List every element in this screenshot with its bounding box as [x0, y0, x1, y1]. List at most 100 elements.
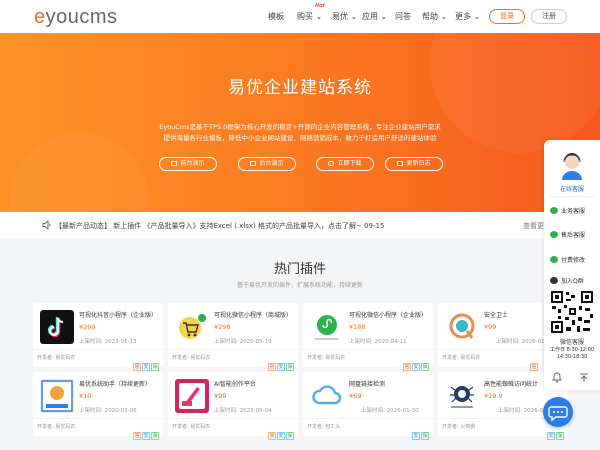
guarantee-tag: 保	[151, 432, 159, 440]
plugin-tags: 安保	[411, 422, 429, 441]
developer-name: 易优码农	[460, 355, 481, 361]
qq-icon	[550, 277, 558, 284]
developer-label: 开发者:	[442, 424, 459, 430]
card-divider	[168, 349, 298, 350]
plugin-developer: 开发者: 易优码农	[172, 423, 210, 430]
developer-label: 开发者:	[37, 355, 54, 361]
paid-modify-item[interactable]: 付费修改	[550, 255, 585, 264]
hot-badge: Hot	[315, 3, 326, 9]
logo-e: e	[34, 6, 46, 28]
join-qq-group-item[interactable]: 加入Q群	[550, 276, 584, 285]
top-header: eyoucms 模板 购买 ⌄ 易优 ⌄ 应用 ⌄ 问答 帮助 ⌄ 更多 ⌄ H…	[0, 0, 600, 33]
nav-buy[interactable]: 购买 ⌄	[297, 11, 322, 22]
chevron-down-icon: ⌄	[473, 12, 481, 21]
backend-demo-button[interactable]: 后台演示	[238, 157, 296, 171]
guarantee-tag: 保	[286, 432, 294, 440]
plugin-card[interactable]: 可视化抖音小程序（企业版） ¥200 上架时间: 2023-06-13 开发者:…	[33, 303, 163, 371]
plugin-card[interactable]: 安全卫士 ¥99 上架时间: 2026-01-16 开发者: 易优码农 官	[438, 303, 554, 371]
wechat-icon	[550, 256, 558, 263]
card-divider	[303, 349, 433, 350]
hero-desc-line2: 提供海量各行业模板，降低中小企业网站建设、网络营销成本，致力于打造用户舒适的建站…	[163, 134, 437, 142]
nav-apps-label: 应用	[362, 12, 378, 21]
plugin-price: ¥188	[349, 323, 366, 331]
developer-name: 易优码农	[55, 424, 76, 430]
download-button[interactable]: 立即下载	[316, 157, 374, 171]
hero-banner: 易优企业建站系统 EyouCms是基于TP5.0框架为核心开发的稳定+开源的企业…	[0, 33, 600, 212]
register-button[interactable]: 注册	[531, 9, 567, 24]
nav-apps[interactable]: 应用 ⌄	[362, 11, 387, 22]
changelog-button[interactable]: 更新日志	[385, 157, 443, 171]
speaker-icon	[42, 220, 51, 230]
bell-icon[interactable]	[551, 371, 563, 383]
nav-buy-label: 购买	[297, 12, 313, 21]
plugin-card[interactable]: 可视化微信小程序（商城版） ¥298 上架时间: 2020-05-19 开发者:…	[168, 303, 298, 371]
hero-title: 易优企业建站系统	[228, 78, 372, 98]
plugin-developer: 开发者: 易优码农	[307, 354, 345, 361]
aftersale-service-item[interactable]: 售后客服	[550, 230, 585, 239]
working-hours-2: 14:30-18:30	[556, 354, 588, 360]
plugin-price: ¥19.9	[484, 392, 503, 400]
login-button[interactable]: 登录	[489, 9, 525, 24]
card-divider	[168, 418, 298, 419]
card-divider	[438, 349, 542, 350]
assistant-icon	[40, 379, 74, 413]
developer-name: 易优码农	[55, 355, 76, 361]
announcement-more-link[interactable]: 查看更	[523, 221, 544, 231]
plugin-name: 安全卫士	[484, 312, 509, 319]
plugin-card[interactable]: 网盘链接检测 ¥69 上架时间: 2026-01-30 开发者: 包工头 安保	[303, 372, 433, 440]
plugin-price: ¥200	[79, 323, 96, 331]
developer-name: 易优码农	[190, 355, 211, 361]
developer-name: 火箭鹏	[460, 424, 476, 430]
plugin-date: 上架时间: 2023-05-04	[214, 408, 272, 414]
plugin-developer: 开发者: 包工头	[307, 423, 340, 430]
plugin-name: AI智能创作平台	[214, 381, 256, 388]
join-qq-group-label: 加入Q群	[561, 278, 584, 285]
plugin-tags: 官安保	[402, 353, 429, 372]
chevron-down-icon: ⌄	[350, 12, 358, 21]
plugin-price: ¥298	[214, 323, 231, 331]
safe-tag: 安	[547, 432, 555, 440]
business-service-item[interactable]: 业务客服	[550, 206, 585, 215]
nav-eyou-label: 易优	[332, 12, 348, 21]
eyoucms-logo[interactable]: eyoucms	[34, 6, 118, 29]
section-subtitle: 基于易优开发的插件，扩展系统功能，持续更新	[236, 282, 363, 289]
panel-divider	[550, 196, 594, 197]
developer-label: 开发者:	[442, 355, 459, 361]
monitor-icon	[171, 160, 178, 166]
guarantee-tag: 保	[286, 363, 294, 371]
support-float-panel: 在线客服 业务客服 售后客服 付费修改 加入Q群 微信客服 工作日 8:30-1…	[544, 140, 600, 390]
nav-help[interactable]: 帮助 ⌄	[422, 11, 447, 22]
plugin-date: 上架时间: 2026-01-30	[361, 408, 419, 414]
card-divider	[33, 349, 163, 350]
mini-program-icon	[310, 310, 344, 344]
nav-eyou[interactable]: 易优 ⌄	[332, 11, 357, 22]
plugin-card[interactable]: 可视化微信小程序（企业版） ¥188 上架时间: 2020-04-11 开发者:…	[303, 303, 433, 371]
cloud-icon	[310, 379, 344, 413]
chat-button[interactable]	[543, 397, 573, 427]
online-service-link[interactable]: 在线客服	[544, 184, 600, 193]
frontend-demo-button[interactable]: 前台演示	[159, 157, 217, 171]
developer-label: 开发者:	[172, 424, 189, 430]
plugin-price: ¥10	[79, 392, 92, 400]
plugin-name: 可视化抖音小程序（企业版）	[79, 312, 158, 319]
back-to-top-icon[interactable]	[578, 371, 590, 383]
plugin-card[interactable]: 易优系统助手（持续更新） ¥10 上架时间: 2020-03-06 开发者: 易…	[33, 372, 163, 440]
plugin-name: 易优系统助手（持续更新）	[79, 381, 152, 388]
card-divider	[303, 418, 433, 419]
plugin-name: 网盘链接检测	[349, 381, 386, 388]
plugin-price: ¥99	[484, 323, 497, 331]
plugin-date: 上架时间: 2023-06-13	[79, 339, 137, 345]
safe-tag: 安	[142, 363, 150, 371]
nav-more[interactable]: 更多 ⌄	[455, 11, 480, 22]
document-icon	[397, 160, 404, 166]
aftersale-service-label: 售后客服	[561, 232, 586, 239]
plugin-price: ¥99	[214, 392, 227, 400]
plugin-card[interactable]: AI智能创作平台 ¥99 上架时间: 2023-05-04 开发者: 易优码农 …	[168, 372, 298, 440]
developer-label: 开发者:	[172, 355, 189, 361]
tiktok-icon	[40, 310, 74, 344]
nav-qa[interactable]: 问答	[395, 11, 411, 22]
plugin-developer: 开发者: 易优码农	[442, 354, 480, 361]
plugin-date: 上架时间: 2020-05-19	[214, 339, 272, 345]
nav-templates[interactable]: 模板	[268, 11, 284, 22]
announcement-text[interactable]: 【最新产品动态】 新上插件 《产品批量导入》支持Excel (.xlsx) 格式…	[55, 221, 384, 231]
